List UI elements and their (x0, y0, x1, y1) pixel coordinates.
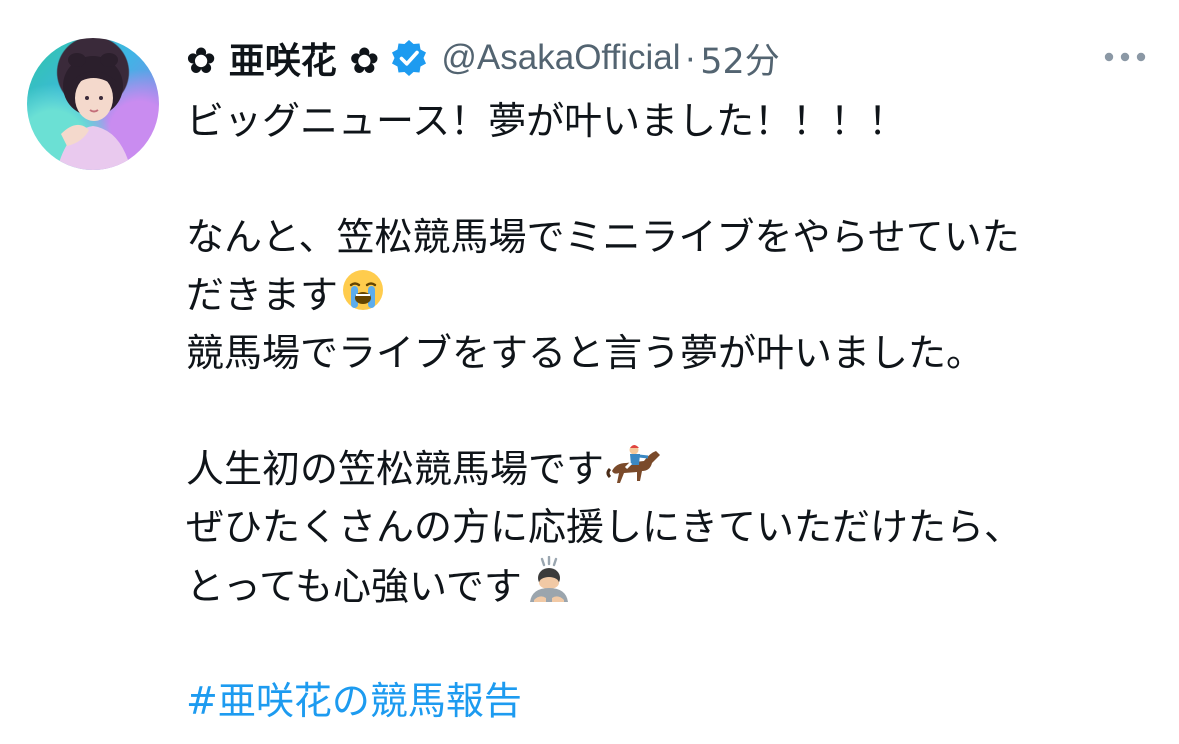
horse-racing-emoji (606, 441, 666, 503)
tweet-line-with-emoji: とっても心強いです (186, 555, 1146, 614)
tweet-line: 人生初の笠松競馬場です (186, 447, 605, 491)
tweet-line: ぜひたくさんの方に応援しにきていただけたら、 (186, 505, 1023, 549)
tweet-text: ビッグニュース！夢が叶いました！！！！ なんと、笠松競馬場でミニライブをやらせて… (186, 92, 1146, 730)
person-bowing-emoji (524, 555, 574, 622)
tweet-line: ビッグニュース！夢が叶いました！！！！ (186, 99, 907, 143)
user-handle[interactable]: @AsakaOfficial (441, 38, 680, 78)
avatar[interactable] (27, 38, 159, 170)
tweet-line: なんと、笠松競馬場でミニライブをやらせていた (186, 215, 1020, 259)
more-options-icon[interactable] (1102, 42, 1148, 72)
loudly-crying-face-emoji (340, 267, 386, 329)
separator-dot: · (684, 38, 697, 77)
tweet-card[interactable]: ✿ 亜咲花 ✿ @AsakaOfficial · 52分 ビッグニュース！夢が叶… (0, 0, 1179, 744)
tweet-header: ✿ 亜咲花 ✿ @AsakaOfficial · 52分 (186, 30, 780, 86)
tweet-line-with-emoji: だきます (186, 266, 1146, 324)
tweet-line-with-emoji: 人生初の笠松競馬場です (186, 440, 1146, 498)
avatar-portrait-icon (57, 53, 131, 170)
verified-badge-icon (389, 38, 429, 78)
display-name[interactable]: ✿ 亜咲花 ✿ (186, 32, 379, 84)
timestamp[interactable]: 52分 (700, 33, 780, 84)
hashtag-link[interactable]: #亜咲花の競馬報告 (186, 672, 1146, 730)
tweet-line: とっても心強いです (186, 564, 522, 609)
tweet-line: 競馬場でライブをすると言う夢が叶いました。 (186, 331, 985, 375)
tweet-line: だきます (186, 273, 339, 317)
